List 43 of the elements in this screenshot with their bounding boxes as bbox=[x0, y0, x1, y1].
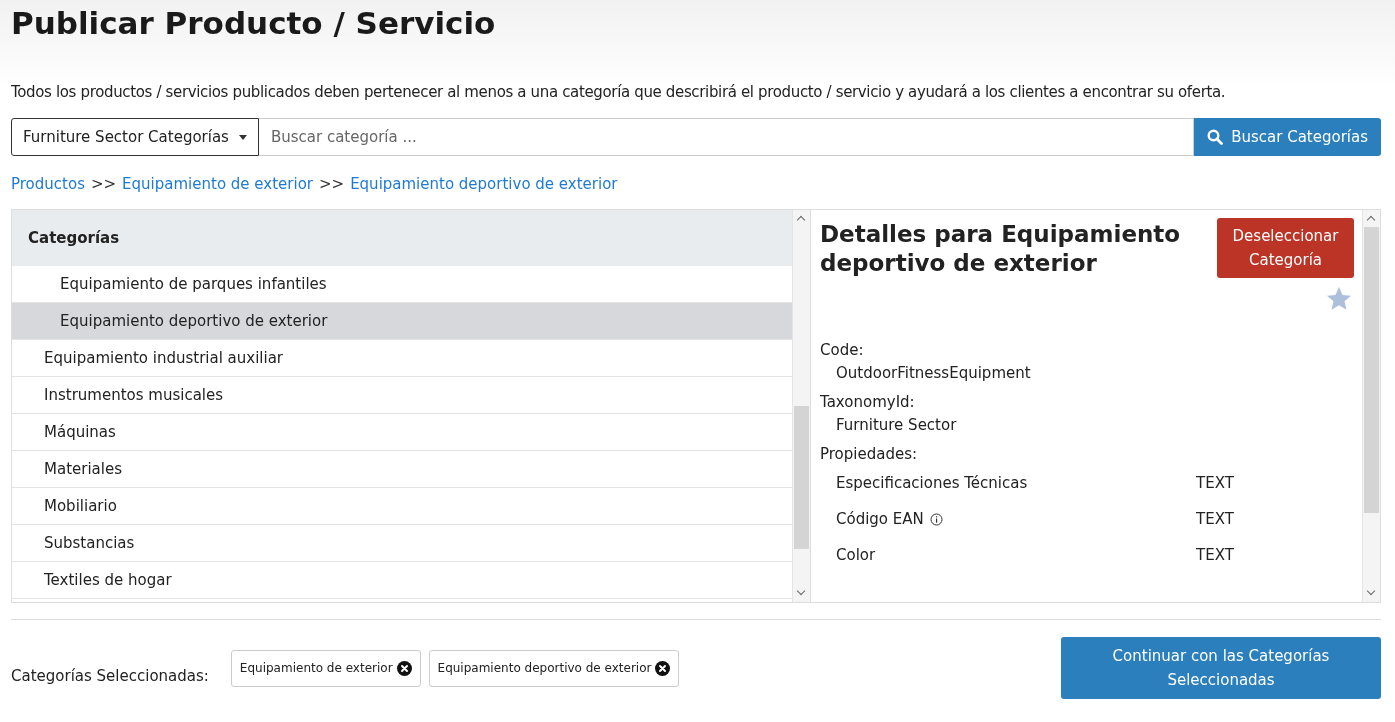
field-label: Code: bbox=[820, 340, 865, 361]
category-item[interactable]: Mobiliario bbox=[12, 488, 792, 525]
category-item[interactable]: Textiles de hogar bbox=[12, 562, 792, 599]
field-value: Furniture Sector bbox=[835, 415, 958, 436]
property-type: TEXT bbox=[1196, 510, 1234, 528]
breadcrumb-link[interactable]: Equipamiento de exterior bbox=[122, 175, 313, 193]
details-title: Detalles para Equipamiento deportivo de exterior bbox=[820, 220, 1182, 278]
field-value: OutdoorFitnessEquipment bbox=[835, 363, 1032, 384]
remove-icon[interactable] bbox=[396, 660, 412, 676]
category-item[interactable]: Instrumentos musicales bbox=[12, 377, 792, 414]
category-item[interactable]: Máquinas bbox=[12, 414, 792, 451]
panel-header: Categorías bbox=[12, 210, 792, 266]
property-name: Código EAN bbox=[836, 510, 924, 528]
category-item[interactable]: Equipamiento industrial auxiliar bbox=[12, 340, 792, 377]
property-name: Especificaciones Técnicas bbox=[836, 474, 1028, 492]
breadcrumb-separator: >> bbox=[319, 175, 345, 193]
category-item[interactable]: Equipamiento deportivo de exterior bbox=[12, 303, 792, 340]
page-title: Publicar Producto / Servicio bbox=[11, 4, 497, 42]
chip-label: Equipamiento de exterior bbox=[239, 661, 393, 675]
breadcrumb-link[interactable]: Productos bbox=[11, 175, 85, 193]
property-type: TEXT bbox=[1196, 546, 1234, 564]
scrollbar[interactable] bbox=[1362, 210, 1380, 602]
selected-label: Categorías Seleccionadas: bbox=[11, 667, 209, 685]
category-item[interactable]: Substancias bbox=[12, 525, 792, 562]
property-name: Color bbox=[836, 546, 876, 564]
taxonomy-dropdown[interactable]: Furniture Sector Categorías bbox=[11, 118, 259, 156]
property-type: TEXT bbox=[1196, 474, 1234, 492]
star-icon[interactable] bbox=[1326, 286, 1352, 311]
remove-icon[interactable] bbox=[655, 660, 671, 676]
deselect-button[interactable]: Deseleccionar Categoría bbox=[1217, 218, 1354, 278]
search-button[interactable]: Buscar Categorías bbox=[1194, 118, 1381, 156]
intro-text: Todos los productos / servicios publicados deben pertenecer al menos a una categoría que describirá el producto / servicio y ayudará a los clientes a encontrar su oferta. bbox=[11, 82, 1227, 102]
field-label: TaxonomyId: bbox=[820, 392, 916, 413]
scrollbar[interactable] bbox=[792, 210, 810, 602]
caret-icon bbox=[238, 134, 247, 140]
field-label: Propiedades: bbox=[820, 444, 919, 465]
continue-button[interactable]: Continuar con las Categorías Seleccionadas bbox=[1061, 637, 1381, 699]
breadcrumb-link[interactable]: Equipamiento deportivo de exterior bbox=[350, 175, 618, 193]
search-icon bbox=[1207, 129, 1224, 145]
breadcrumb-separator: >> bbox=[90, 175, 117, 193]
chip-label: Equipamiento deportivo de exterior bbox=[437, 661, 652, 675]
search-field[interactable]: Buscar categoría ... bbox=[258, 118, 1195, 156]
category-item[interactable]: Materiales bbox=[12, 451, 792, 488]
